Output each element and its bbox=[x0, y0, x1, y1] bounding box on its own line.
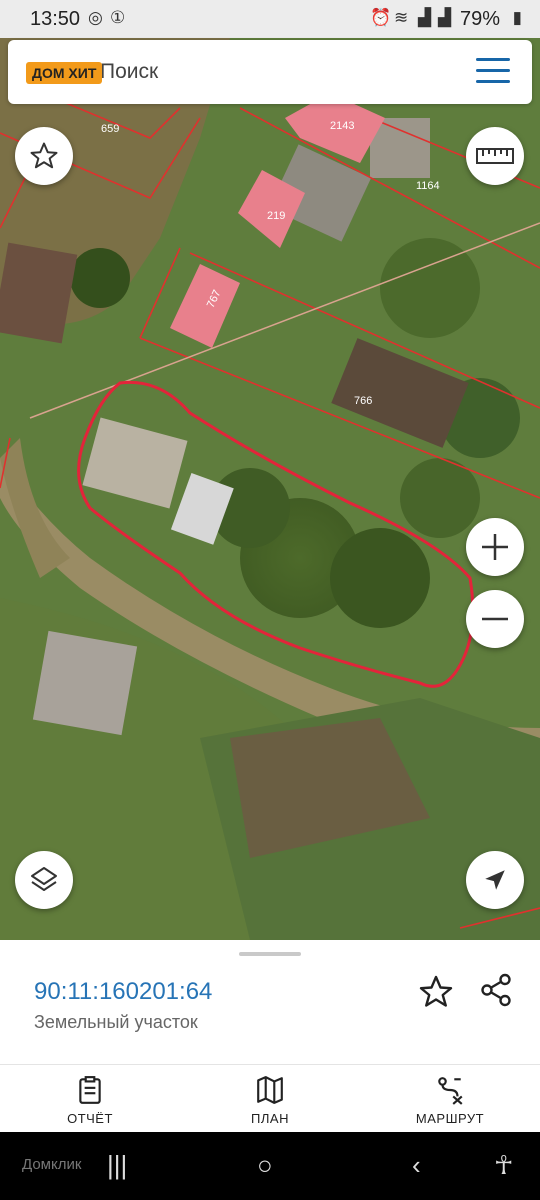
route-icon bbox=[438, 1077, 463, 1105]
locate-arrow-icon bbox=[485, 870, 505, 890]
satellite-map[interactable]: 659 2143 219 1164 767 766 bbox=[0, 38, 540, 940]
ruler-button[interactable] bbox=[466, 127, 524, 185]
battery-percent: 79% bbox=[459, 8, 500, 30]
menu-line bbox=[476, 69, 510, 72]
tab-label: ПЛАН bbox=[251, 1111, 289, 1126]
wifi-icon: ≋ bbox=[394, 8, 409, 27]
battery-icon: ▮ bbox=[512, 8, 522, 27]
alarm-icon: ⏰ bbox=[370, 8, 392, 27]
ruler-icon bbox=[476, 148, 514, 164]
tab-label: МАРШРУТ bbox=[415, 1111, 485, 1126]
tab-route[interactable]: МАРШРУТ bbox=[400, 1065, 500, 1133]
tab-label: ОТЧЁТ bbox=[67, 1111, 113, 1126]
system-nav-bar: Домклик ||| ○ ‹ ☥ bbox=[0, 1132, 540, 1200]
layers-icon bbox=[31, 867, 57, 891]
menu-line bbox=[476, 58, 510, 61]
dom-hit-logo: ДОМ ХИТ bbox=[26, 62, 103, 84]
share-button[interactable] bbox=[478, 972, 514, 1013]
tab-report[interactable]: ОТЧЁТ bbox=[40, 1065, 140, 1133]
parcel-info-sheet[interactable]: 90:11:160201:64 Земельный участок bbox=[0, 940, 540, 1064]
parcel-label: 1164 bbox=[416, 180, 440, 192]
notification-1-icon: ① bbox=[110, 8, 126, 27]
star-icon bbox=[419, 975, 453, 1007]
parcel-label: 219 bbox=[267, 210, 286, 222]
recent-apps-icon[interactable]: ||| bbox=[107, 1150, 127, 1181]
bottom-tab-bar: ОТЧЁТ ПЛАН МАРШРУТ bbox=[0, 1064, 540, 1133]
object-type: Земельный участок bbox=[34, 1012, 198, 1032]
menu-line bbox=[476, 80, 510, 83]
locate-button[interactable] bbox=[466, 851, 524, 909]
back-icon[interactable]: ‹ bbox=[412, 1150, 421, 1181]
zoom-in-button[interactable] bbox=[466, 518, 524, 576]
map-imagery bbox=[0, 38, 540, 940]
favorite-button[interactable] bbox=[418, 974, 454, 1015]
star-icon bbox=[30, 142, 58, 169]
favorite-star-button[interactable] bbox=[15, 127, 73, 185]
accessibility-icon[interactable]: ☥ bbox=[494, 1150, 513, 1181]
status-bar: 13:50 ◎ ① ⏰ ≋ ▟ ▟ 79% ▮ bbox=[0, 0, 540, 38]
signal-icon: ▟ bbox=[438, 8, 452, 27]
layers-button[interactable] bbox=[15, 851, 73, 909]
search-input[interactable]: Поиск bbox=[100, 60, 158, 84]
home-icon[interactable]: ○ bbox=[257, 1150, 273, 1181]
domclick-brand: Домклик bbox=[22, 1156, 82, 1173]
signal-icon: ▟ bbox=[418, 8, 432, 27]
status-time: 13:50 bbox=[30, 8, 81, 30]
zoom-out-button[interactable] bbox=[466, 590, 524, 648]
parcel-label: 659 bbox=[101, 123, 120, 135]
map-plan-icon bbox=[257, 1076, 283, 1104]
cadastral-number[interactable]: 90:11:160201:64 bbox=[34, 978, 212, 1006]
zoom-in-icon bbox=[482, 534, 508, 560]
parcel-label: 766 bbox=[354, 395, 373, 407]
menu-icon[interactable] bbox=[476, 58, 510, 84]
report-icon bbox=[79, 1076, 101, 1104]
zoom-out-icon bbox=[482, 617, 508, 621]
tab-plan[interactable]: ПЛАН bbox=[220, 1065, 320, 1133]
viber-icon: ◎ bbox=[88, 8, 103, 27]
parcel-label: 2143 bbox=[330, 120, 355, 132]
share-icon bbox=[481, 973, 511, 1007]
sheet-drag-handle[interactable] bbox=[239, 952, 301, 956]
